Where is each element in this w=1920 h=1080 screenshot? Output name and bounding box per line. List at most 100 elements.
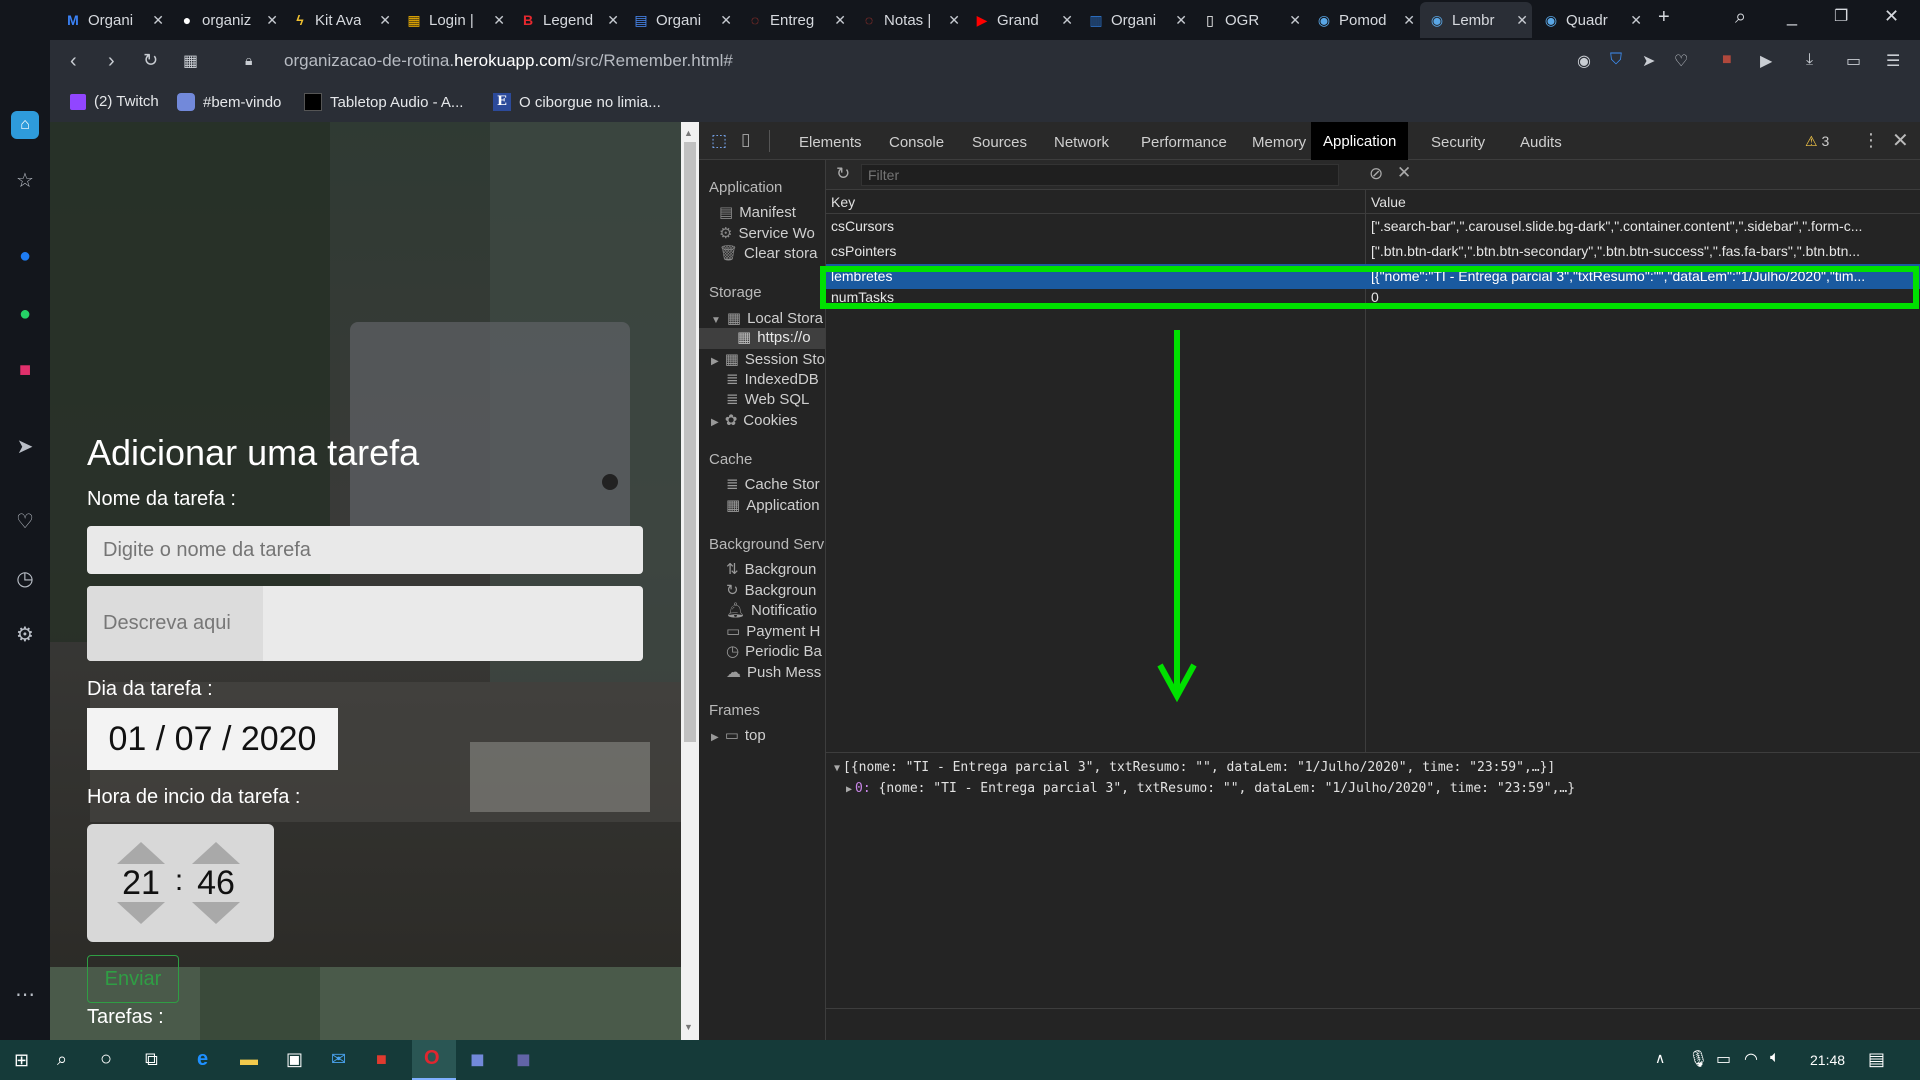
whatsapp-icon[interactable]: ● bbox=[11, 300, 39, 328]
browser-tab[interactable]: ◉ Lembr ✕ bbox=[1420, 2, 1532, 38]
easy-setup-icon[interactable]: ☰ bbox=[1886, 51, 1900, 71]
devtools-tab-application[interactable]: Application bbox=[1311, 122, 1409, 160]
preview-root-line[interactable]: ▼ [{nome: "TI - Entrega parcial 3", txtRe… bbox=[834, 760, 1555, 775]
sidebar-item-manifest[interactable]: ▤ Manifest bbox=[719, 203, 796, 221]
browser-tab[interactable]: ϟ Kit Ava ✕ bbox=[283, 2, 395, 38]
browser-tab[interactable]: ◌ Entreg ✕ bbox=[738, 2, 850, 38]
share-send-icon[interactable]: ➤ bbox=[1642, 51, 1655, 71]
favorite-heart-icon[interactable]: ♡ bbox=[1674, 51, 1688, 71]
expand-arrow-icon[interactable]: ▼ bbox=[711, 315, 721, 326]
expand-arrow-icon[interactable]: ▶ bbox=[711, 356, 719, 367]
task-time-picker[interactable]: 21 : 46 bbox=[87, 824, 274, 942]
scroll-down-icon[interactable]: ▼ bbox=[684, 1022, 693, 1032]
tabs-grid-icon[interactable]: ▦ bbox=[183, 51, 198, 71]
window-close-icon[interactable]: ✕ bbox=[1884, 6, 1899, 27]
settings-gear-icon[interactable]: ⚙ bbox=[11, 620, 39, 648]
tab-close-icon[interactable]: ✕ bbox=[1516, 12, 1528, 29]
sidebar-item-notifications[interactable]: 🔔︎ Notificatio bbox=[726, 601, 817, 619]
tab-search-icon[interactable]: ⌕ bbox=[1735, 6, 1746, 29]
expand-arrow-icon[interactable]: ▶ bbox=[846, 784, 852, 795]
devtools-menu-icon[interactable]: ⋮ bbox=[1862, 130, 1880, 151]
browser-tab[interactable]: ▯ OGR ✕ bbox=[1193, 2, 1305, 38]
reload-icon[interactable]: ↻ bbox=[143, 50, 158, 71]
browser-tab[interactable]: ▶ Grand ✕ bbox=[965, 2, 1077, 38]
tab-close-icon[interactable]: ✕ bbox=[1061, 12, 1073, 29]
table-row-selected[interactable]: lembretes [{"nome":"TI - Entrega parcial… bbox=[826, 264, 1920, 289]
devtools-tab-elements[interactable]: Elements bbox=[799, 134, 862, 151]
browser-tab[interactable]: ◉ Quadr ✕ bbox=[1534, 2, 1646, 38]
browser-tab[interactable]: ● organiz ✕ bbox=[170, 2, 282, 38]
preview-item-line[interactable]: ▶ 0: {nome: "TI - Entrega parcial 3", txt… bbox=[846, 781, 1575, 796]
sidebar-item-indexeddb[interactable]: ≣ IndexedDB bbox=[726, 370, 819, 388]
expand-arrow-icon[interactable]: ▶ bbox=[711, 732, 719, 743]
edge-icon[interactable]: e bbox=[197, 1048, 208, 1071]
filter-input[interactable] bbox=[861, 164, 1339, 186]
tab-close-icon[interactable]: ✕ bbox=[720, 12, 732, 29]
bookmark-ciborgue[interactable]: E O ciborgue no limia... bbox=[493, 93, 661, 111]
inspect-element-icon[interactable]: ⬚ bbox=[711, 131, 727, 151]
task-date-input[interactable]: 01 / 07 / 2020 bbox=[87, 708, 338, 770]
devtools-tab-network[interactable]: Network bbox=[1054, 134, 1109, 151]
browser-tab[interactable]: ◉ Pomod ✕ bbox=[1307, 2, 1419, 38]
browser-tab[interactable]: B Legend ✕ bbox=[511, 2, 623, 38]
sidebar-item-frame-top[interactable]: ▶ ▭ top bbox=[711, 726, 766, 744]
forward-icon[interactable]: › bbox=[108, 50, 115, 73]
cursor-extension-icon[interactable]: ▶ bbox=[1760, 51, 1772, 71]
browser-tab[interactable]: ◌ Notas | ✕ bbox=[852, 2, 964, 38]
sidebar-item-local-storage[interactable]: ▼ ▦ Local Stora bbox=[711, 309, 823, 327]
page-scrollbar[interactable]: ▲ ▼ bbox=[681, 122, 699, 1040]
mail-icon[interactable]: ✉ bbox=[331, 1049, 346, 1070]
file-explorer-icon[interactable]: ▬ bbox=[240, 1049, 258, 1070]
volume-icon[interactable]: 🔈︎ bbox=[1770, 1049, 1780, 1067]
devtools-close-icon[interactable]: ✕ bbox=[1892, 128, 1909, 153]
teams-icon[interactable]: ◼ bbox=[516, 1049, 531, 1070]
expand-arrow-icon[interactable]: ▶ bbox=[711, 417, 719, 428]
tab-close-icon[interactable]: ✕ bbox=[607, 12, 619, 29]
heart-icon[interactable]: ♡ bbox=[11, 507, 39, 535]
submit-button[interactable]: Enviar bbox=[87, 955, 179, 1003]
browser-tab[interactable]: ▥ Organi ✕ bbox=[1079, 2, 1191, 38]
sidebar-item-service-workers[interactable]: ⚙ Service Wo bbox=[719, 224, 815, 242]
devtools-tab-memory[interactable]: Memory bbox=[1252, 134, 1306, 151]
bookmark-twitch[interactable]: (2) Twitch bbox=[70, 93, 159, 110]
sidebar-item-local-storage-origin[interactable]: ▦ https://o bbox=[699, 328, 825, 349]
battery-saver-icon[interactable]: ▭ bbox=[1846, 51, 1861, 71]
sidebar-item-web-sql[interactable]: ≣ Web SQL bbox=[726, 390, 809, 408]
sidebar-item-periodic-sync[interactable]: ◷ Periodic Ba bbox=[726, 642, 822, 660]
bookmarks-star-icon[interactable]: ☆ bbox=[11, 166, 39, 194]
tab-close-icon[interactable]: ✕ bbox=[1630, 12, 1642, 29]
expand-arrow-icon[interactable]: ▼ bbox=[834, 763, 840, 774]
delete-selected-icon[interactable]: ✕ bbox=[1397, 163, 1411, 183]
table-row[interactable]: csCursors [".search-bar",".carousel.slid… bbox=[826, 214, 1920, 239]
extension-cube-icon[interactable]: ■ bbox=[1722, 51, 1732, 69]
bookmark-tabletop-audio[interactable]: Tabletop Audio - A... bbox=[304, 93, 463, 111]
opera-taskbar-button[interactable]: O bbox=[412, 1040, 456, 1080]
browser-tab[interactable]: M Organi ✕ bbox=[56, 2, 168, 38]
sidebar-item-cache-storage[interactable]: ≣ Cache Stor bbox=[726, 475, 820, 493]
store-icon[interactable]: ▣ bbox=[286, 1049, 303, 1070]
start-windows-icon[interactable]: ⊞ bbox=[14, 1050, 29, 1071]
sidebar-item-application-cache[interactable]: ▦ Application bbox=[726, 496, 820, 514]
scroll-thumb[interactable] bbox=[684, 142, 696, 742]
office-icon[interactable]: ■ bbox=[376, 1049, 387, 1070]
url-text[interactable]: organizacao-de-rotina.herokuapp.com/src/… bbox=[284, 51, 733, 71]
discord-taskbar-icon[interactable]: ◼ bbox=[470, 1049, 485, 1070]
bookmark-bem-vindo[interactable]: #bem-vindo bbox=[177, 93, 281, 111]
tab-close-icon[interactable]: ✕ bbox=[1403, 12, 1415, 29]
time-hour[interactable]: 21 bbox=[117, 864, 165, 903]
download-icon[interactable]: ⤓ bbox=[1806, 51, 1813, 69]
microphone-icon[interactable]: 🎙︎ bbox=[1688, 1049, 1708, 1069]
devtools-tab-security[interactable]: Security bbox=[1431, 134, 1485, 151]
browser-tab[interactable]: ▤ Organi ✕ bbox=[624, 2, 736, 38]
refresh-icon[interactable]: ↻ bbox=[836, 164, 850, 184]
sidebar-item-clear-storage[interactable]: 🗑︎ Clear stora bbox=[719, 244, 817, 262]
cortana-icon[interactable]: ○ bbox=[100, 1048, 112, 1071]
messenger-icon[interactable]: ● bbox=[11, 242, 39, 270]
battery-icon[interactable]: ▭ bbox=[1716, 1049, 1731, 1069]
restore-icon[interactable]: ❐ bbox=[1834, 6, 1848, 26]
scroll-up-icon[interactable]: ▲ bbox=[684, 128, 693, 138]
new-tab-icon[interactable]: + bbox=[1658, 6, 1670, 29]
clock-time[interactable]: 21:48 bbox=[1810, 1052, 1845, 1068]
tab-close-icon[interactable]: ✕ bbox=[834, 12, 846, 29]
table-row[interactable]: csPointers [".btn.btn-dark",".btn.btn-se… bbox=[826, 239, 1920, 264]
